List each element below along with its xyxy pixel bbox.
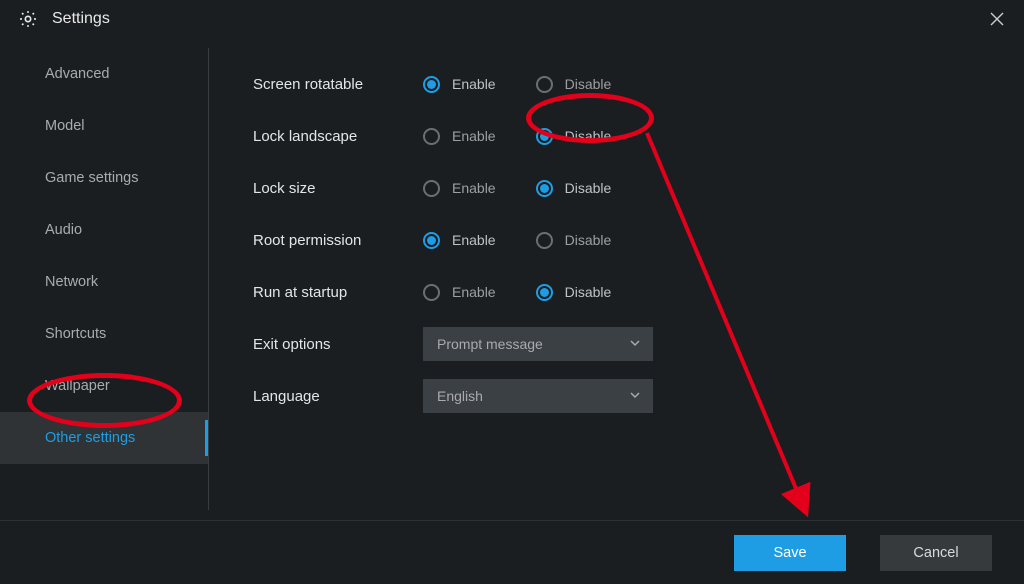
sidebar-item-label: Advanced [45,66,110,82]
setting-label: Lock landscape [253,128,423,145]
radio-label: Disable [565,128,612,144]
radio-circle-icon [536,128,553,145]
sidebar-item-other-settings[interactable]: Other settings [0,412,208,464]
radio-label: Enable [452,284,496,300]
select-language[interactable]: English [423,379,653,413]
radio-lock-size-enable[interactable]: Enable [423,180,496,197]
chevron-down-icon [629,388,641,404]
radio-root-permission-enable[interactable]: Enable [423,232,496,249]
radio-circle-icon [423,128,440,145]
sidebar-item-label: Other settings [45,430,135,446]
settings-window: Settings Advanced Model Game settings Audio… [0,0,1024,584]
sidebar-item-network[interactable]: Network [0,256,208,308]
radio-group: Enable Disable [423,180,611,197]
radio-label: Disable [565,284,612,300]
radio-group: Enable Disable [423,284,611,301]
radio-label: Enable [452,76,496,92]
sidebar-item-model[interactable]: Model [0,100,208,152]
setting-label: Exit options [253,336,423,353]
setting-label: Screen rotatable [253,76,423,93]
sidebar-item-game-settings[interactable]: Game settings [0,152,208,204]
radio-circle-icon [536,232,553,249]
window-title: Settings [52,10,110,28]
radio-group: Enable Disable [423,76,611,93]
radio-circle-icon [423,284,440,301]
close-button[interactable] [982,4,1012,34]
sidebar-item-label: Shortcuts [45,326,106,342]
chevron-down-icon [629,336,641,352]
radio-run-at-startup-disable[interactable]: Disable [536,284,612,301]
radio-circle-icon [536,76,553,93]
setting-row-lock-size: Lock size Enable Disable [253,162,1024,214]
body: Advanced Model Game settings Audio Network Sh… [0,38,1024,520]
radio-screen-rotatable-disable[interactable]: Disable [536,76,612,93]
sidebar-item-advanced[interactable]: Advanced [0,48,208,100]
radio-label: Disable [565,76,612,92]
sidebar: Advanced Model Game settings Audio Network Sh… [0,38,208,520]
sidebar-item-label: Model [45,118,85,134]
radio-label: Enable [452,232,496,248]
sidebar-item-label: Game settings [45,170,139,186]
radio-lock-size-disable[interactable]: Disable [536,180,612,197]
setting-row-run-at-startup: Run at startup Enable Disable [253,266,1024,318]
radio-label: Enable [452,128,496,144]
setting-label: Root permission [253,232,423,249]
setting-label: Run at startup [253,284,423,301]
sidebar-item-label: Wallpaper [45,378,110,394]
content-pane: Screen rotatableEnableDisableLock landsc… [209,38,1024,520]
setting-row-language: Language English [253,370,1024,422]
radio-lock-landscape-enable[interactable]: Enable [423,128,496,145]
setting-label: Language [253,388,423,405]
radio-circle-icon [423,76,440,93]
radio-label: Enable [452,180,496,196]
radio-label: Disable [565,180,612,196]
save-button[interactable]: Save [734,535,846,571]
radio-circle-icon [536,284,553,301]
titlebar: Settings [0,0,1024,38]
cancel-button[interactable]: Cancel [880,535,992,571]
radio-lock-landscape-disable[interactable]: Disable [536,128,612,145]
radio-screen-rotatable-enable[interactable]: Enable [423,76,496,93]
radio-root-permission-disable[interactable]: Disable [536,232,612,249]
select-exit-options[interactable]: Prompt message [423,327,653,361]
sidebar-item-label: Network [45,274,98,290]
radio-circle-icon [423,180,440,197]
gear-icon [18,9,38,29]
sidebar-item-label: Audio [45,222,82,238]
sidebar-item-wallpaper[interactable]: Wallpaper [0,360,208,412]
radio-circle-icon [536,180,553,197]
radio-label: Disable [565,232,612,248]
radio-group: Enable Disable [423,232,611,249]
radio-group: Enable Disable [423,128,611,145]
footer: Save Cancel [0,520,1024,584]
setting-row-exit-options: Exit options Prompt message [253,318,1024,370]
setting-row-root-permission: Root permission Enable Disable [253,214,1024,266]
sidebar-item-shortcuts[interactable]: Shortcuts [0,308,208,360]
sidebar-item-audio[interactable]: Audio [0,204,208,256]
radio-run-at-startup-enable[interactable]: Enable [423,284,496,301]
setting-row-screen-rotatable: Screen rotatable Enable Disable [253,58,1024,110]
setting-label: Lock size [253,180,423,197]
select-value: English [437,388,483,404]
radio-circle-icon [423,232,440,249]
setting-row-lock-landscape: Lock landscape Enable Disable [253,110,1024,162]
select-value: Prompt message [437,336,543,352]
